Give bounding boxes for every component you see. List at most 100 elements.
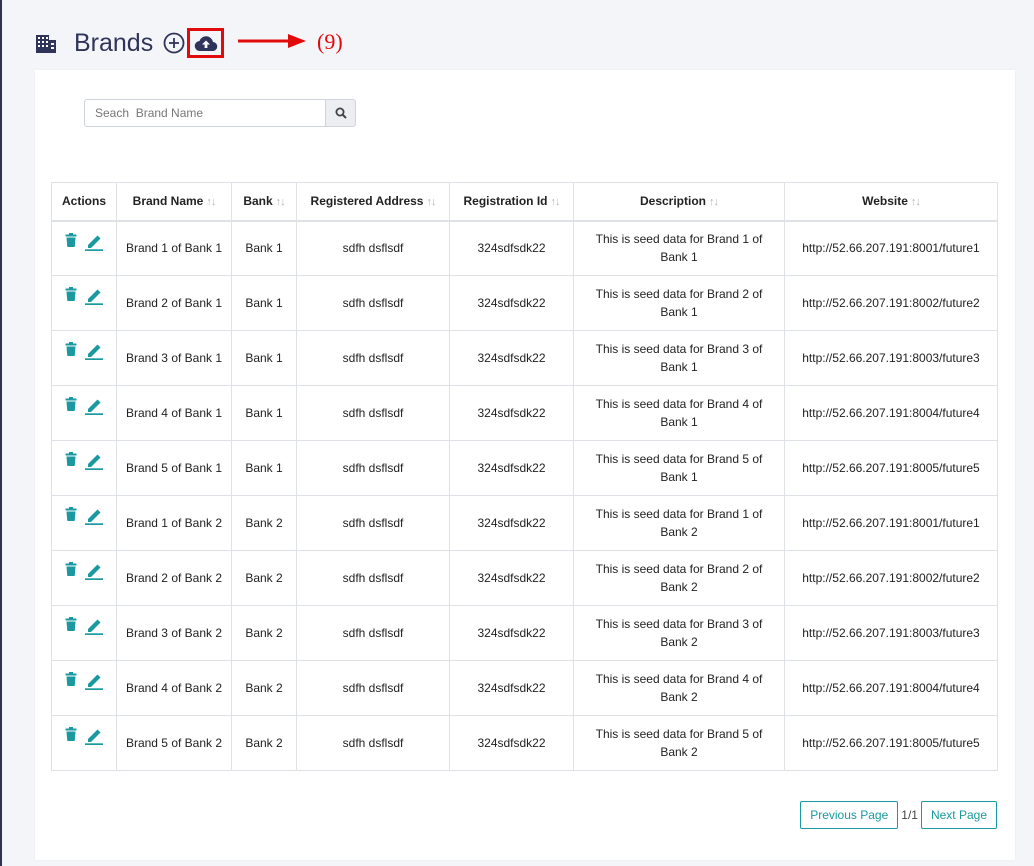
bank-cell: Bank 1 bbox=[231, 275, 297, 331]
trash-icon[interactable] bbox=[65, 617, 77, 631]
trash-icon[interactable] bbox=[65, 452, 77, 466]
pencil-icon[interactable] bbox=[85, 507, 103, 525]
description-cell: This is seed data for Brand 5 of Bank 1 bbox=[573, 440, 785, 496]
table-row: Brand 2 of Bank 1 Bank 1 sdfh dsflsdf 32… bbox=[51, 275, 998, 331]
trash-icon[interactable] bbox=[65, 562, 77, 576]
brand-name-cell: Brand 1 of Bank 2 bbox=[116, 495, 232, 551]
website-cell: http://52.66.207.191:8004/future4 bbox=[784, 385, 998, 441]
registration-id-cell: 324sdfsdk22 bbox=[449, 605, 574, 661]
bank-cell: Bank 1 bbox=[231, 440, 297, 496]
column-header-description[interactable]: Description ↑↓ bbox=[573, 182, 785, 222]
trash-icon[interactable] bbox=[65, 507, 77, 521]
search-bar bbox=[84, 99, 356, 127]
sort-arrows-icon[interactable]: ↑↓ bbox=[426, 196, 436, 208]
pencil-icon[interactable] bbox=[85, 287, 103, 305]
trash-icon[interactable] bbox=[65, 342, 77, 356]
actions-cell bbox=[51, 330, 117, 386]
brand-name-cell: Brand 2 of Bank 2 bbox=[116, 550, 232, 606]
search-button[interactable] bbox=[325, 99, 356, 127]
table-row: Brand 1 of Bank 1 Bank 1 sdfh dsflsdf 32… bbox=[51, 220, 998, 276]
upload-brands-button[interactable] bbox=[187, 28, 224, 58]
brand-name-cell: Brand 5 of Bank 1 bbox=[116, 440, 232, 496]
pencil-icon[interactable] bbox=[85, 397, 103, 415]
table-row: Brand 3 of Bank 1 Bank 1 sdfh dsflsdf 32… bbox=[51, 330, 998, 386]
search-icon bbox=[335, 107, 347, 119]
column-header-label: Bank bbox=[243, 194, 273, 209]
brand-name-cell: Brand 2 of Bank 1 bbox=[116, 275, 232, 331]
pencil-icon[interactable] bbox=[85, 562, 103, 580]
sort-arrows-icon[interactable]: ↑↓ bbox=[911, 196, 921, 208]
website-cell: http://52.66.207.191:8005/future5 bbox=[784, 440, 998, 496]
column-header-label: Registered Address bbox=[310, 194, 424, 209]
pencil-icon[interactable] bbox=[85, 452, 103, 470]
annotation-arrow bbox=[238, 34, 306, 48]
bank-cell: Bank 1 bbox=[231, 220, 297, 276]
table-row: Brand 1 of Bank 2 Bank 2 sdfh dsflsdf 32… bbox=[51, 495, 998, 551]
pencil-icon[interactable] bbox=[85, 233, 103, 251]
registration-id-cell: 324sdfsdk22 bbox=[449, 550, 574, 606]
trash-icon[interactable] bbox=[65, 397, 77, 411]
table-row: Brand 5 of Bank 1 Bank 1 sdfh dsflsdf 32… bbox=[51, 440, 998, 496]
pencil-icon[interactable] bbox=[85, 342, 103, 360]
column-header-registered-address[interactable]: Registered Address ↑↓ bbox=[296, 182, 450, 222]
actions-cell bbox=[51, 275, 117, 331]
actions-cell bbox=[51, 220, 117, 276]
registration-id-cell: 324sdfsdk22 bbox=[449, 385, 574, 441]
trash-icon[interactable] bbox=[65, 232, 77, 247]
sort-arrows-icon[interactable]: ↑↓ bbox=[276, 196, 286, 208]
page-header: Brands bbox=[35, 28, 185, 58]
registration-id-cell: 324sdfsdk22 bbox=[449, 440, 574, 496]
description-cell: This is seed data for Brand 1 of Bank 1 bbox=[573, 220, 785, 276]
previous-page-button[interactable]: Previous Page bbox=[800, 801, 899, 829]
next-page-button[interactable]: Next Page bbox=[920, 801, 997, 829]
sort-arrows-icon[interactable]: ↑↓ bbox=[709, 196, 719, 208]
description-cell: This is seed data for Brand 2 of Bank 1 bbox=[573, 275, 785, 331]
page-info: 1/1 bbox=[901, 808, 918, 822]
trash-icon[interactable] bbox=[65, 287, 77, 301]
website-cell: http://52.66.207.191:8003/future3 bbox=[784, 605, 998, 661]
actions-cell bbox=[51, 660, 117, 716]
description-cell: This is seed data for Brand 3 of Bank 2 bbox=[573, 605, 785, 661]
trash-icon[interactable] bbox=[65, 727, 77, 741]
registration-id-cell: 324sdfsdk22 bbox=[449, 275, 574, 331]
bank-cell: Bank 2 bbox=[231, 605, 297, 661]
pencil-icon[interactable] bbox=[85, 727, 103, 745]
website-cell: http://52.66.207.191:8003/future3 bbox=[784, 330, 998, 386]
column-header-website[interactable]: Website ↑↓ bbox=[784, 182, 998, 222]
description-cell: This is seed data for Brand 3 of Bank 1 bbox=[573, 330, 785, 386]
brand-name-cell: Brand 5 of Bank 2 bbox=[116, 715, 232, 771]
description-cell: This is seed data for Brand 4 of Bank 1 bbox=[573, 385, 785, 441]
registered-address-cell: sdfh dsflsdf bbox=[296, 660, 450, 716]
column-header-label: Actions bbox=[61, 194, 106, 209]
table-row: Brand 2 of Bank 2 Bank 2 sdfh dsflsdf 32… bbox=[51, 550, 998, 606]
pencil-icon[interactable] bbox=[85, 672, 103, 690]
registered-address-cell: sdfh dsflsdf bbox=[296, 715, 450, 771]
sort-arrows-icon[interactable]: ↑↓ bbox=[551, 196, 561, 208]
sort-arrows-icon[interactable]: ↑↓ bbox=[206, 196, 216, 208]
table-body: Brand 1 of Bank 1 Bank 1 sdfh dsflsdf 32… bbox=[51, 220, 998, 771]
registered-address-cell: sdfh dsflsdf bbox=[296, 220, 450, 276]
brand-name-cell: Brand 3 of Bank 1 bbox=[116, 330, 232, 386]
plus-circle-icon[interactable] bbox=[163, 32, 185, 54]
annotation-label: (9) bbox=[317, 29, 343, 54]
registered-address-cell: sdfh dsflsdf bbox=[296, 385, 450, 441]
search-input[interactable] bbox=[84, 99, 325, 127]
description-cell: This is seed data for Brand 1 of Bank 2 bbox=[573, 495, 785, 551]
registration-id-cell: 324sdfsdk22 bbox=[449, 330, 574, 386]
actions-cell bbox=[51, 495, 117, 551]
table-row: Brand 4 of Bank 1 Bank 1 sdfh dsflsdf 32… bbox=[51, 385, 998, 441]
table-header-row: Actions Brand Name ↑↓ Bank ↑↓ Registered Addr… bbox=[51, 182, 998, 222]
trash-icon[interactable] bbox=[65, 672, 77, 686]
pencil-icon[interactable] bbox=[85, 617, 103, 635]
brand-name-cell: Brand 3 of Bank 2 bbox=[116, 605, 232, 661]
bank-cell: Bank 1 bbox=[231, 385, 297, 441]
website-cell: http://52.66.207.191:8001/future1 bbox=[784, 495, 998, 551]
column-header-bank[interactable]: Bank ↑↓ bbox=[231, 182, 297, 222]
pagination: Previous Page 1/1 Next Page bbox=[800, 801, 997, 829]
registration-id-cell: 324sdfsdk22 bbox=[449, 220, 574, 276]
registration-id-cell: 324sdfsdk22 bbox=[449, 715, 574, 771]
column-header-brand-name[interactable]: Brand Name ↑↓ bbox=[116, 182, 232, 222]
column-header-registration-id[interactable]: Registration Id ↑↓ bbox=[449, 182, 574, 222]
registered-address-cell: sdfh dsflsdf bbox=[296, 550, 450, 606]
website-cell: http://52.66.207.191:8005/future5 bbox=[784, 715, 998, 771]
